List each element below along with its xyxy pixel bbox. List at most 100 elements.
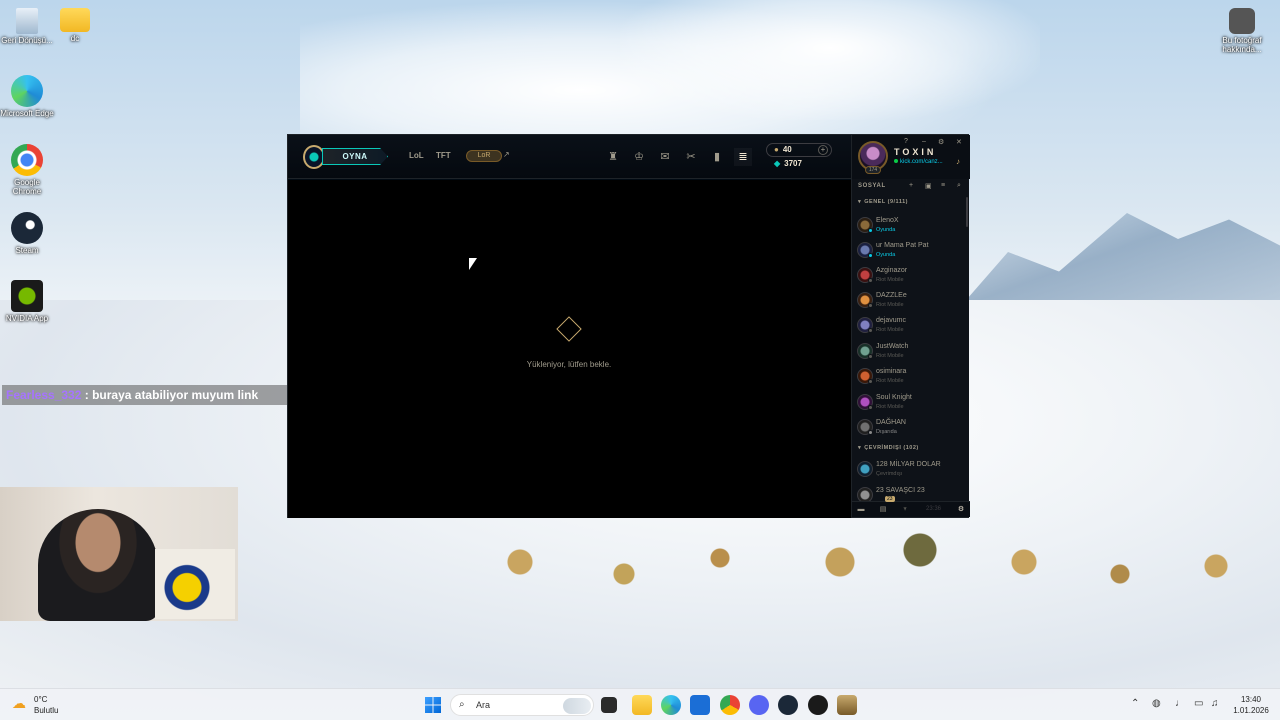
volume-icon[interactable]: ♫ [1211, 698, 1219, 709]
social-scrollbar[interactable] [966, 197, 968, 227]
social-panel: 174 TOXIN kick.com/canz... ? – ⚙ ✕ ♪ SOS… [851, 135, 970, 517]
friend-item[interactable]: DAĞHAN Dışarıda [852, 415, 966, 440]
online-status-icon [894, 159, 898, 163]
external-link-icon: ↗ [503, 150, 510, 159]
search-placeholder: Ara [476, 700, 491, 710]
league-logo-icon[interactable] [303, 145, 325, 169]
help-icon[interactable]: ? [904, 138, 908, 145]
group-header-general[interactable]: ▾ GENEL (9/111) [852, 199, 970, 211]
chrome-icon[interactable] [720, 695, 740, 715]
task-view-icon[interactable] [601, 697, 617, 713]
store-icon[interactable]: ≣ [734, 148, 752, 166]
display-icon[interactable]: ▭ [1194, 698, 1203, 709]
discord-icon[interactable] [749, 695, 769, 715]
desktop-icon-label: Bu fotoğraf hakkında... [1222, 36, 1262, 54]
tab-lor[interactable]: LoR [466, 150, 502, 162]
friend-name: ElenoX [876, 217, 899, 224]
voice-icon[interactable]: ♆ [898, 504, 912, 516]
add-friend-icon[interactable]: + [909, 182, 913, 189]
riot-points-icon: ◆ [774, 159, 781, 168]
group-header-offline[interactable]: ▾ ÇEVRİMDIŞI (102) [852, 445, 970, 457]
friend-item[interactable]: JustWatch Riot Mobile [852, 339, 966, 364]
blue-essence-icon: ● [774, 145, 779, 154]
weather-cloud-icon: ☁ [12, 695, 26, 711]
friend-name: ur Mama Pat Pat [876, 242, 929, 249]
store-icon[interactable] [690, 695, 710, 715]
friend-avatar [857, 461, 873, 477]
desktop-icon-recycle-bin[interactable]: Geri Dönüşü... [0, 8, 54, 45]
weather-widget[interactable]: ☁ 0°C Bulutlu [12, 693, 92, 717]
desktop-icon-edge[interactable]: Microsoft Edge [0, 75, 54, 118]
friend-item[interactable]: Soul Knight Riot Mobile [852, 390, 966, 415]
social-header: SOSYAL + ▣ ≡ ⌕ [852, 181, 970, 195]
settings-icon[interactable]: ⚙ [938, 138, 944, 146]
windows-taskbar: ☁ 0°C Bulutlu ⌕ Ara ⌃ ◍ ♩ ▭ ♫ 13:40 1.01… [0, 688, 1280, 720]
trophy-icon[interactable]: ♜ [604, 148, 622, 166]
friend-status: Riot Mobile [876, 302, 904, 308]
network-icon[interactable]: ◍ [1152, 698, 1161, 709]
chat-icon[interactable]: ▬ [854, 504, 868, 516]
desktop-icon-chrome[interactable]: Google Chrome [0, 144, 54, 196]
desktop-icon-nvidia[interactable]: NVIDIA App [0, 280, 54, 323]
champions-icon[interactable]: ♔ [630, 148, 648, 166]
friend-item[interactable]: DAZZLEe Riot Mobile [852, 288, 966, 313]
summoner-level: 174 [865, 166, 881, 174]
chevron-down-icon: ▾ [858, 199, 862, 205]
presence-dot [868, 328, 873, 333]
friend-item[interactable]: osiminara Riot Mobile [852, 364, 966, 389]
friend-item[interactable]: Azginazor Riot Mobile [852, 263, 966, 288]
file-explorer-icon[interactable] [632, 695, 652, 715]
desktop-icon-steam[interactable]: Steam [0, 212, 54, 255]
riot-points-value: 3707 [784, 159, 802, 168]
friend-item[interactable]: dejavumc Riot Mobile [852, 313, 966, 338]
close-icon[interactable]: ✕ [956, 138, 962, 146]
play-button[interactable]: OYNA [322, 148, 388, 165]
settings-icon[interactable]: ⚙ [954, 504, 968, 516]
add-folder-icon[interactable]: ▣ [925, 182, 932, 190]
tab-tft[interactable]: TFT [436, 151, 451, 160]
loot-icon[interactable]: ▮ [708, 148, 726, 166]
clock-date: 1.01.2026 [1233, 706, 1269, 715]
add-currency-button[interactable]: + [818, 145, 828, 155]
list-view-icon[interactable]: ≡ [941, 182, 945, 189]
edge-icon [11, 75, 43, 107]
friend-name: DAZZLEe [876, 292, 907, 299]
taskbar-clock[interactable]: 13:40 1.01.2026 [1226, 694, 1276, 716]
presence-dot [868, 405, 873, 410]
crafting-icon[interactable]: ✂ [682, 148, 700, 166]
streamer-video [38, 509, 158, 621]
chat-message: : buraya atabiliyor muyum link [84, 388, 259, 402]
taskbar-search[interactable]: ⌕ Ara [450, 694, 594, 716]
microphone-icon[interactable]: ♩ [1175, 698, 1185, 709]
desktop-icon-label: Geri Dönüşü... [1, 36, 53, 45]
tab-lol[interactable]: LoL [409, 151, 424, 160]
friend-name: osiminara [876, 368, 907, 375]
chevron-up-icon[interactable]: ⌃ [1131, 698, 1139, 709]
steam-icon[interactable] [778, 695, 798, 715]
missions-icon[interactable]: ▤ [876, 504, 890, 516]
league-client-icon[interactable] [837, 695, 857, 715]
recycle-bin-icon [16, 8, 38, 34]
friend-status: Oyunda [876, 252, 896, 258]
collection-icon[interactable]: ✉ [656, 148, 674, 166]
friend-name: 23 SAVAŞCI 23 [876, 487, 925, 494]
search-icon[interactable]: ⌕ [957, 182, 961, 190]
desktop-icon-folder[interactable]: dc [48, 8, 102, 43]
status-message[interactable]: kick.com/canz... [894, 159, 943, 165]
edge-icon[interactable] [661, 695, 681, 715]
notification-bell-icon[interactable]: ♪ [956, 157, 960, 166]
group-label: GENEL (9/111) [864, 199, 908, 205]
obs-icon[interactable] [808, 695, 828, 715]
friend-item[interactable]: 128 MİLYAR DOLAR Çevrimdışı [852, 457, 966, 482]
friend-item[interactable]: ur Mama Pat Pat Oyunda [852, 238, 966, 263]
desktop-icon-label: Microsoft Edge [0, 109, 54, 118]
start-button[interactable] [425, 697, 441, 713]
minimize-icon[interactable]: – [922, 138, 926, 145]
profile-header[interactable]: 174 TOXIN kick.com/canz... ? – ⚙ ✕ ♪ [852, 135, 970, 179]
group-label: ÇEVRİMDIŞI (102) [864, 445, 919, 451]
presence-dot [868, 253, 873, 258]
friend-item[interactable]: ElenoX Oyunda [852, 213, 966, 238]
friend-name: 128 MİLYAR DOLAR [876, 461, 941, 468]
desktop-icon-about-photo[interactable]: Bu fotoğraf hakkında... [1214, 8, 1270, 54]
desktop-icon-label: Steam [15, 246, 39, 255]
